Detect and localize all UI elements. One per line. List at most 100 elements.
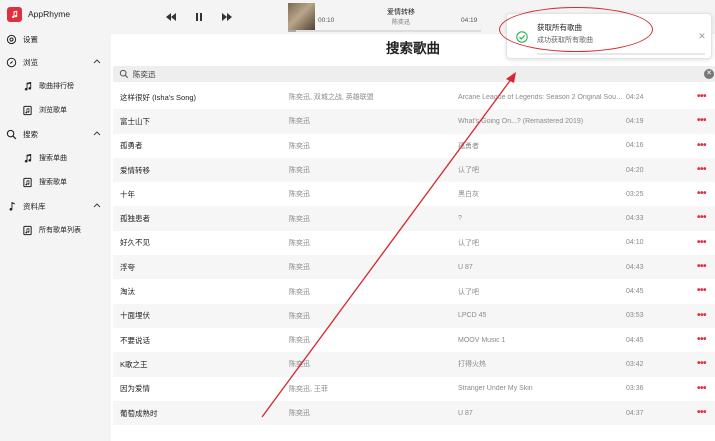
song-album[interactable]: U 87 [458, 264, 473, 271]
song-album[interactable]: 孤勇者 [458, 141, 479, 151]
sidebar-item-label: 浏览歌单 [39, 107, 67, 114]
song-artist[interactable]: 陈奕迅 [289, 189, 310, 199]
next-button[interactable] [221, 11, 233, 23]
more-options-icon[interactable]: ••• [697, 334, 707, 344]
more-options-icon[interactable]: ••• [697, 359, 707, 369]
song-duration: 03:42 [626, 360, 644, 368]
table-row[interactable]: K歌之王 陈奕迅 打得火热 03:42 ••• [113, 352, 715, 377]
song-album[interactable]: MOOV Music 1 [458, 337, 505, 344]
table-row[interactable]: 不要说话 陈奕迅 MOOV Music 1 04:45 ••• [113, 328, 715, 352]
song-album[interactable]: Stranger Under My Skin [458, 385, 533, 392]
song-artist[interactable]: 陈奕迅 [289, 408, 310, 418]
more-options-icon[interactable]: ••• [697, 189, 707, 199]
song-album[interactable]: 打得火热 [458, 359, 486, 369]
table-row[interactable]: 浮夸 陈奕迅 U 87 04:43 ••• [113, 255, 715, 280]
now-playing-title: 爱情转移 [387, 9, 415, 16]
table-row[interactable]: 十面埋伏 陈奕迅 LPCD 45 03:53 ••• [113, 303, 715, 328]
song-artist[interactable]: 陈奕迅, 双城之战, 英雄联盟 [289, 92, 374, 102]
sidebar-group-label: 浏览 [23, 57, 38, 67]
table-row[interactable]: 淘汰 陈奕迅 认了吧 04:45 ••• [113, 279, 715, 303]
sidebar-item-search-songs[interactable]: 搜索单曲 [0, 146, 111, 170]
chevron-up-icon[interactable] [93, 202, 101, 208]
song-duration: 04:43 [626, 263, 644, 271]
song-album[interactable]: 认了吧 [458, 287, 479, 297]
song-artist[interactable]: 陈奕迅 [289, 238, 310, 248]
pause-button[interactable] [193, 11, 205, 23]
song-album[interactable]: 黑白灰 [458, 189, 479, 199]
table-row[interactable]: 十年 陈奕迅 黑白灰 03:25 ••• [113, 182, 715, 206]
song-duration: 04:33 [626, 215, 644, 223]
song-artist[interactable]: 陈奕迅 [289, 214, 310, 224]
song-artist[interactable]: 陈奕迅, 王菲 [289, 384, 328, 394]
more-options-icon[interactable]: ••• [697, 140, 707, 150]
more-options-icon[interactable]: ••• [697, 407, 707, 417]
more-options-icon[interactable]: ••• [697, 237, 707, 247]
song-duration: 03:53 [626, 312, 644, 320]
song-artist[interactable]: 陈奕迅 [289, 359, 310, 369]
table-row[interactable]: 孤勇者 陈奕迅 孤勇者 04:16 ••• [113, 134, 715, 158]
sidebar-item-label: 搜索歌单 [39, 179, 67, 186]
notification-title: 获取所有歌曲 [537, 23, 582, 32]
more-options-icon[interactable]: ••• [697, 262, 707, 272]
sidebar-group-label: 搜索 [23, 129, 38, 139]
sidebar-item-settings[interactable]: 设置 [0, 28, 111, 50]
next-icon [222, 13, 232, 21]
song-artist[interactable]: 陈奕迅 [289, 141, 310, 151]
table-row[interactable]: 好久不见 陈奕迅 认了吧 04:10 ••• [113, 231, 715, 255]
table-row[interactable]: 富士山下 陈奕迅 What's Going On...? (Remastered 2… [113, 109, 715, 134]
clear-search-icon[interactable]: ✕ [704, 69, 714, 79]
song-duration: 04:16 [626, 142, 644, 150]
song-artist[interactable]: 陈奕迅 [289, 311, 310, 321]
more-options-icon[interactable]: ••• [697, 92, 707, 102]
table-row[interactable]: 因为爱情 陈奕迅, 王菲 Stranger Under My Skin 03:36 ••… [113, 377, 715, 401]
song-album[interactable]: Arcane League of Legends: Season 2 Origi… [458, 94, 626, 101]
sidebar-group-browse[interactable]: 浏览 [0, 50, 111, 74]
song-album[interactable]: 认了吧 [458, 165, 479, 175]
more-options-icon[interactable]: ••• [697, 164, 707, 174]
song-artist[interactable]: 陈奕迅 [289, 116, 310, 126]
more-options-icon[interactable]: ••• [697, 213, 707, 223]
song-album[interactable]: U 87 [458, 410, 473, 417]
sidebar-item-search-playlists[interactable]: 搜索歌单 [0, 170, 111, 194]
sidebar-item-all-playlists[interactable]: 所有歌单列表 [0, 218, 111, 242]
song-artist[interactable]: 陈奕迅 [289, 262, 310, 272]
chevron-up-icon[interactable] [93, 58, 101, 64]
sidebar-item-song-charts[interactable]: 歌曲排行榜 [0, 74, 111, 98]
sidebar-group-library[interactable]: 资料库 [0, 194, 111, 218]
playlist-icon [22, 225, 33, 236]
song-album[interactable]: ? [458, 215, 462, 222]
song-title: 因为爱情 [120, 384, 150, 394]
song-artist[interactable]: 陈奕迅 [289, 287, 310, 297]
album-art[interactable] [288, 3, 315, 30]
song-title: 十面埋伏 [120, 311, 150, 321]
more-options-icon[interactable]: ••• [697, 116, 707, 126]
close-icon[interactable]: ✕ [697, 31, 707, 41]
more-options-icon[interactable]: ••• [697, 310, 707, 320]
more-options-icon[interactable]: ••• [697, 383, 707, 393]
search-input[interactable] [133, 67, 693, 81]
table-row[interactable]: 爱情转移 陈奕迅 认了吧 04:20 ••• [113, 157, 715, 183]
song-album[interactable]: 认了吧 [458, 238, 479, 248]
table-row[interactable]: 孤独患者 陈奕迅? 04:33 ••• [113, 206, 715, 231]
song-artist[interactable]: 陈奕迅 [289, 165, 310, 175]
song-duration: 04:45 [626, 336, 644, 344]
song-album[interactable]: LPCD 45 [458, 312, 486, 319]
song-duration: 03:25 [626, 190, 644, 198]
song-artist[interactable]: 陈奕迅 [289, 335, 310, 345]
chevron-up-icon[interactable] [93, 130, 101, 136]
sidebar-item-label: 搜索单曲 [39, 155, 67, 162]
sidebar-group-search[interactable]: 搜索 [0, 122, 111, 146]
check-circle-icon [516, 31, 528, 43]
previous-button[interactable] [165, 11, 177, 23]
song-album[interactable]: What's Going On...? (Remastered 2019) [458, 118, 583, 125]
search-bar: ✕ [113, 66, 715, 82]
song-duration: 04:24 [626, 93, 644, 101]
total-duration: 04:19 [461, 17, 478, 24]
song-title: 这样很好 (Isha's Song) [120, 92, 197, 102]
more-options-icon[interactable]: ••• [697, 286, 707, 296]
table-row[interactable]: 这样很好 (Isha's Song) 陈奕迅, 双城之战, 英雄联盟 Arcane … [113, 85, 715, 109]
progress-bar[interactable] [288, 30, 481, 32]
sidebar-item-browse-playlists[interactable]: 浏览歌单 [0, 98, 111, 122]
table-row[interactable]: 葡萄成熟时 陈奕迅 U 87 04:37 ••• [113, 400, 715, 426]
music-note-icon [7, 6, 22, 22]
